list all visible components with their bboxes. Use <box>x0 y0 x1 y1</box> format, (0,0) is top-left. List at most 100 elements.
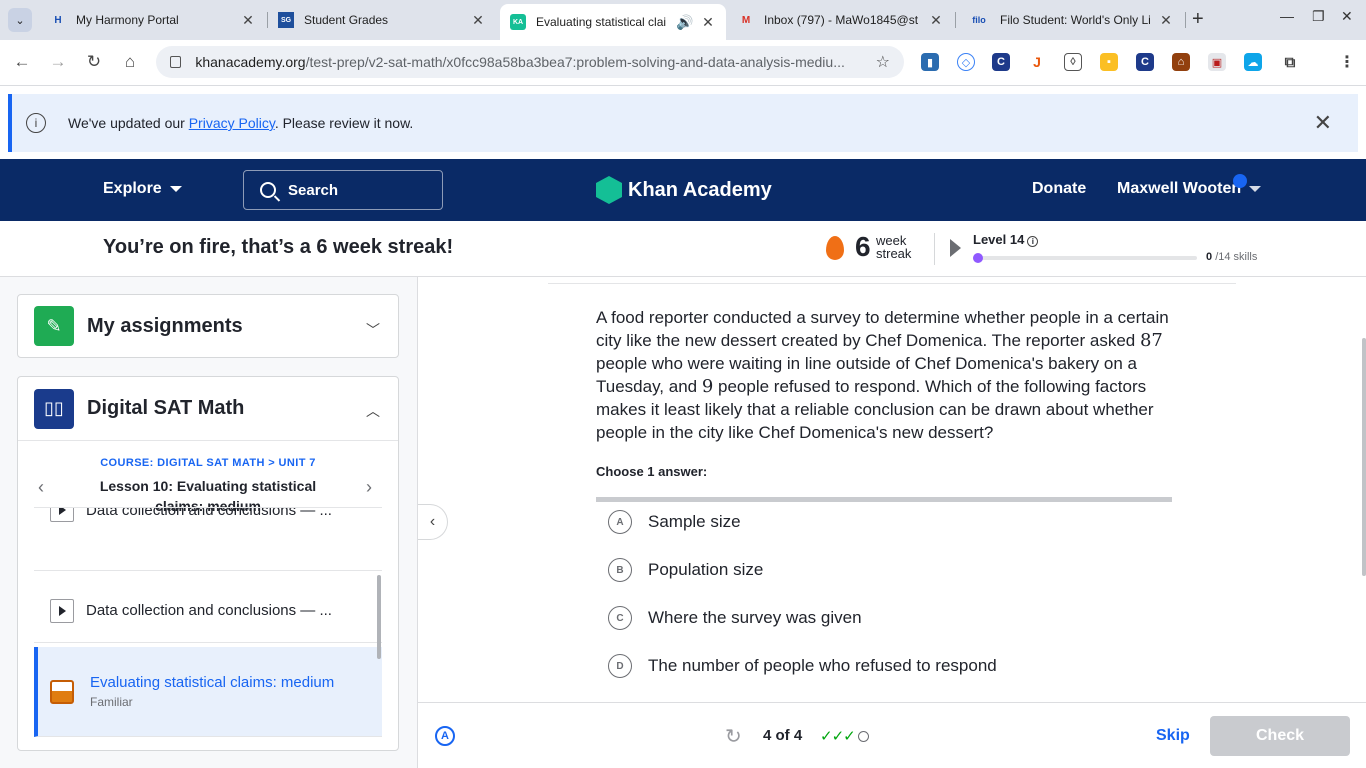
top-divider <box>548 283 1236 284</box>
accessibility-icon[interactable]: A <box>435 726 455 746</box>
answer-choice-b[interactable]: B Population size <box>608 555 1168 585</box>
skip-button[interactable]: Skip <box>1156 727 1190 745</box>
tab-title: Student Grades <box>304 13 389 27</box>
sidebar-scrollbar[interactable] <box>377 575 381 659</box>
minimize-icon[interactable]: — <box>1280 8 1294 24</box>
banner-message: We've updated our Privacy Policy. Please… <box>68 115 413 131</box>
site-header: Explore Search Khan Academy Donate Maxwe… <box>0 159 1366 221</box>
assignments-title: My assignments <box>87 314 243 337</box>
math-number: 9 <box>701 376 714 397</box>
list-item[interactable]: Data collection and conclusions — ... <box>34 507 382 571</box>
shield-outline-extension-icon[interactable]: ◊ <box>1064 53 1082 71</box>
menu-kebab-icon[interactable]: ⋮ <box>1338 53 1356 71</box>
level-progress-bar <box>973 253 1197 263</box>
skills-total: /14 skills <box>1215 251 1258 263</box>
grades-favicon-icon: SG <box>278 12 294 28</box>
card-header[interactable]: ▯▯ Digital SAT Math <box>18 377 398 441</box>
streak-bar: You’re on fire, that’s a 6 week streak! … <box>0 221 1366 277</box>
bookmark-star-icon[interactable]: ☆ <box>876 52 890 72</box>
new-tab-icon[interactable]: + <box>1192 8 1204 31</box>
next-lesson-icon[interactable]: › <box>366 477 372 498</box>
retry-icon[interactable]: ↻ <box>725 724 742 749</box>
course-card: ▯▯ Digital SAT Math ︿ COURSE: DIGITAL SA… <box>17 376 399 751</box>
browser-tab[interactable]: SG Student Grades ✕ <box>268 5 496 35</box>
answer-choice-a[interactable]: A Sample size <box>608 507 1168 537</box>
tab-search-icon[interactable]: ⌄ <box>8 8 32 32</box>
house-extension-icon[interactable]: ⌂ <box>1172 53 1190 71</box>
breadcrumb[interactable]: COURSE: DIGITAL SAT MATH > UNIT 7 <box>18 457 398 469</box>
address-bar[interactable]: khanacademy.org/test-prep/v2-sat-math/x0… <box>156 46 904 78</box>
back-icon[interactable]: ← <box>11 52 33 72</box>
tab-separator <box>955 12 956 28</box>
my-assignments-card[interactable]: ✎ My assignments ﹀ <box>17 294 399 358</box>
tab-title: Evaluating statistical clai <box>536 15 667 29</box>
list-item[interactable]: Data collection and conclusions — ... <box>34 579 382 643</box>
browser-tab-active[interactable]: KA Evaluating statistical clai 🔊 ✕ <box>500 4 726 40</box>
banner-close-icon[interactable]: ✕ <box>1314 110 1332 136</box>
caret-down-icon <box>169 185 182 192</box>
tab-title: Filo Student: World's Only Liv <box>1000 13 1150 27</box>
yellow-extension-icon[interactable]: ▪ <box>1100 53 1118 71</box>
c-extension-icon[interactable]: C <box>992 53 1010 71</box>
prev-lesson-icon[interactable]: ‹ <box>38 477 44 498</box>
privacy-policy-link[interactable]: Privacy Policy <box>189 115 275 131</box>
browser-tab[interactable]: M Inbox (797) - MaWo1845@st ✕ <box>728 5 954 35</box>
streak-unit-streak: streak <box>876 246 912 261</box>
browser-tab[interactable]: H My Harmony Portal ✕ <box>40 5 266 35</box>
khan-academy-logo[interactable]: Khan Academy <box>596 176 772 204</box>
window-close-icon[interactable]: ✕ <box>1341 8 1353 25</box>
answer-choice-c[interactable]: C Where the survey was given <box>608 603 1168 633</box>
mastery-status: Familiar <box>90 695 133 709</box>
reload-icon[interactable]: ↻ <box>83 52 105 72</box>
explore-label: Explore <box>103 180 162 197</box>
answer-choice-d[interactable]: D The number of people who refused to re… <box>608 651 1168 681</box>
notification-dot <box>1233 174 1247 188</box>
list-item-active[interactable]: Evaluating statistical claims: medium Fa… <box>34 647 382 737</box>
donate-link[interactable]: Donate <box>1032 180 1086 198</box>
card-header: ✎ My assignments <box>18 295 398 357</box>
shield-extension-icon[interactable]: ◇ <box>957 53 975 71</box>
chevron-up-icon[interactable]: ︿ <box>366 401 380 421</box>
harmony-favicon-icon: H <box>54 14 62 26</box>
cloud-extension-icon[interactable]: ☁ <box>1244 53 1262 71</box>
page-scrollbar[interactable] <box>1362 338 1366 576</box>
check-button[interactable]: Check <box>1210 716 1350 756</box>
tab-audio-icon[interactable]: 🔊 <box>676 14 693 31</box>
maximize-icon[interactable]: ❐ <box>1312 8 1325 25</box>
skills-done: 0 <box>1206 251 1213 263</box>
extension-icon[interactable]: ▮ <box>921 53 939 71</box>
tab-close-icon[interactable]: ✕ <box>700 14 716 31</box>
question-part: A food reporter conducted a survey to de… <box>596 308 1169 350</box>
tab-close-icon[interactable]: ✕ <box>1158 12 1174 29</box>
video-icon <box>50 598 74 623</box>
chevron-down-icon[interactable]: ﹀ <box>366 320 380 340</box>
question-progress: 4 of 4 <box>763 727 803 744</box>
tab-close-icon[interactable]: ✕ <box>470 12 486 29</box>
explore-menu[interactable]: Explore <box>103 180 182 198</box>
question-text: A food reporter conducted a survey to de… <box>596 306 1196 444</box>
active-item-text: Evaluating statistical claims: medium Fa… <box>90 674 334 709</box>
c2-extension-icon[interactable]: C <box>1136 53 1154 71</box>
filo-favicon-icon: filo <box>972 15 986 25</box>
course-title: Digital SAT Math <box>87 397 245 419</box>
level-label: Level 14 i <box>973 232 1039 247</box>
extensions-puzzle-icon[interactable]: ⧉ <box>1281 53 1299 71</box>
info-icon[interactable]: i <box>1027 236 1039 247</box>
progress-dots: ✓✓✓ <box>820 727 869 745</box>
browser-toolbar: ← → ↻ ⌂ khanacademy.org/test-prep/v2-sat… <box>0 40 1366 86</box>
choices-divider <box>596 497 1172 502</box>
user-name: Maxwell Wooten <box>1117 180 1242 197</box>
level-progress-fill <box>973 253 983 263</box>
tab-close-icon[interactable]: ✕ <box>240 12 256 29</box>
search-button[interactable]: Search <box>243 170 443 210</box>
j-extension-icon[interactable]: J <box>1028 53 1046 71</box>
photo-extension-icon[interactable]: ▣ <box>1208 53 1226 71</box>
home-icon[interactable]: ⌂ <box>119 52 141 72</box>
choice-letter: C <box>608 606 632 630</box>
url-path: /test-prep/v2-sat-math/x0fcc98a58ba3bea7… <box>305 54 845 70</box>
forward-icon[interactable]: → <box>47 52 69 72</box>
play-triangle-icon[interactable] <box>950 239 961 257</box>
browser-tab[interactable]: filo Filo Student: World's Only Liv ✕ <box>958 5 1184 35</box>
site-info-icon[interactable] <box>170 56 182 68</box>
tab-close-icon[interactable]: ✕ <box>928 12 944 29</box>
